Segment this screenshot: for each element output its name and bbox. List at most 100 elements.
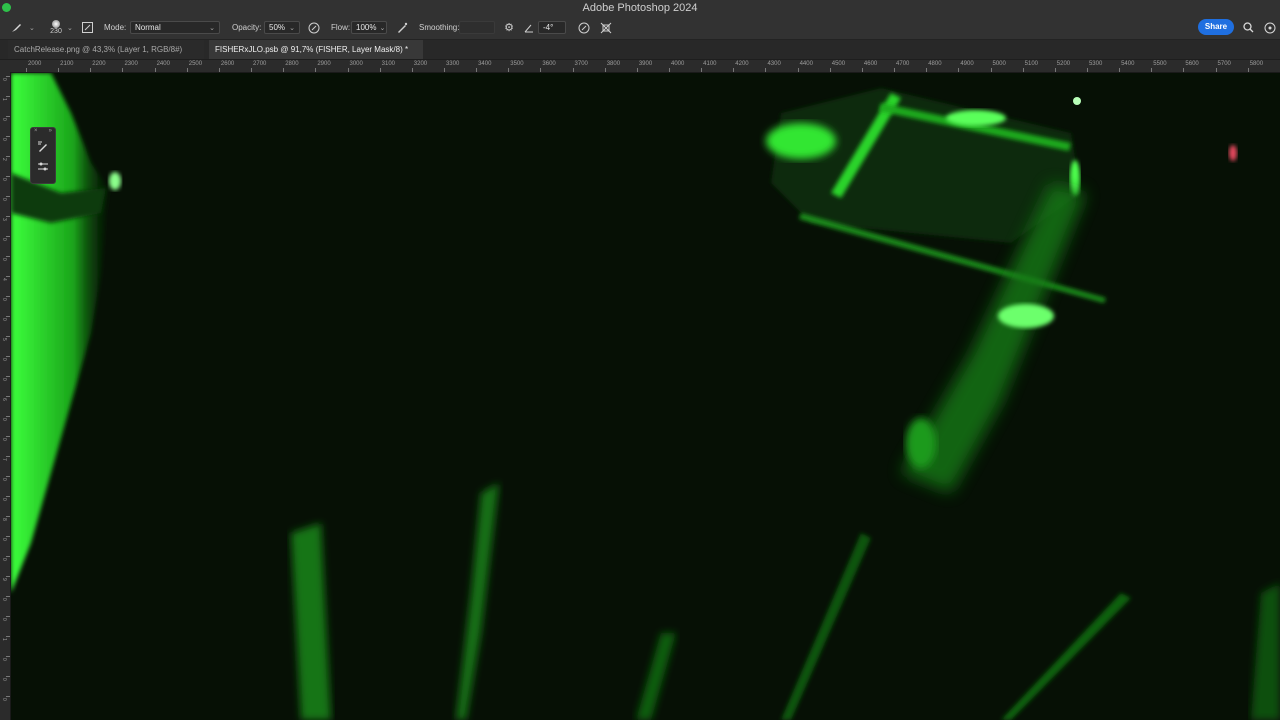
ruler-tick — [6, 296, 10, 297]
brush-settings-panel-icon[interactable] — [80, 16, 94, 39]
ruler-label: 2900 — [317, 61, 331, 67]
ruler-tick — [218, 68, 220, 72]
ruler-tick — [6, 656, 10, 657]
ruler-label: 5100 — [1024, 61, 1038, 67]
ruler-tick — [6, 436, 10, 437]
ruler-tick — [604, 68, 606, 72]
ruler-tick — [1183, 68, 1185, 72]
ruler-tick — [6, 456, 10, 457]
ruler-tick — [6, 316, 10, 317]
ruler-tick — [443, 68, 445, 72]
ruler-label: 0 — [1, 78, 7, 81]
ruler-label: 4 — [1, 278, 7, 281]
ruler-label: 7 — [1, 458, 7, 461]
ruler-tick — [6, 356, 10, 357]
ruler-label: 3300 — [445, 61, 460, 67]
brush-tool-icon[interactable] — [8, 16, 24, 39]
opacity-field[interactable]: 50% ⌄ — [264, 21, 300, 34]
ruler-label: 4700 — [896, 61, 910, 67]
smoothing-field[interactable] — [459, 21, 495, 34]
ruler-label: 2500 — [188, 61, 203, 67]
airbrush-icon[interactable] — [394, 16, 410, 39]
mode-chevron-icon: ⌄ — [209, 24, 215, 32]
ruler-label: 2700 — [253, 61, 267, 67]
ruler-label: 0 — [1, 558, 7, 561]
ruler-label: 4600 — [863, 61, 878, 67]
ruler-tick — [6, 156, 10, 157]
opacity-value: 50% — [269, 23, 286, 32]
ruler-label: 9 — [1, 578, 7, 581]
ruler-label: 0 — [1, 618, 7, 621]
pressure-opacity-icon[interactable] — [306, 16, 322, 39]
ruler-tick — [315, 68, 317, 72]
ruler-tick — [6, 376, 10, 377]
ruler-label: 5000 — [992, 61, 1006, 67]
ruler-label: 0 — [1, 118, 7, 121]
horizontal-ruler[interactable]: 2000 2100 2200 2300 2400 2500 2600 2700 2800 2900… — [10, 60, 1280, 73]
ruler-label: 5400 — [1121, 61, 1135, 67]
ruler-tick — [894, 68, 896, 72]
adjustments-sliders-icon[interactable] — [31, 157, 55, 177]
brush-size-value: 230 — [50, 28, 62, 35]
ruler-label: 0 — [1, 198, 7, 201]
brush-preset-chevron-icon[interactable]: ⌄ — [67, 24, 73, 32]
ruler-tick — [6, 136, 10, 137]
ruler-tick — [540, 68, 542, 72]
ruler-label: 4800 — [928, 61, 942, 67]
ruler-origin[interactable] — [0, 60, 10, 72]
flow-label: Flow: — [331, 23, 351, 32]
document-tabs: CatchRelease.png @ 43,3% (Layer 1, RGB/8… — [0, 40, 1280, 60]
ruler-label: 3000 — [349, 61, 363, 67]
mode-select[interactable]: Normal ⌄ — [130, 21, 220, 34]
ruler-label: 2200 — [92, 61, 106, 67]
share-button[interactable]: Share — [1198, 19, 1234, 35]
panel-collapse-icon[interactable]: » — [49, 128, 52, 137]
ruler-label: 6 — [1, 398, 7, 401]
ruler-label: 3400 — [478, 61, 492, 67]
flow-field[interactable]: 100% ⌄ — [351, 21, 387, 34]
window-traffic-light-icon[interactable] — [2, 3, 11, 12]
ruler-label: 4000 — [671, 61, 685, 67]
brush-angle-field[interactable]: -4° — [538, 21, 566, 34]
ruler-tick — [379, 68, 381, 72]
ruler-label: 5500 — [1153, 61, 1167, 67]
smoothing-gear-icon[interactable]: ⚙ — [502, 16, 516, 39]
ruler-label: 0 — [1, 598, 7, 601]
ruler-tick — [6, 396, 10, 397]
ruler-label: 1 — [1, 98, 7, 101]
brush-tip-icon — [52, 20, 60, 28]
ruler-tick — [6, 276, 10, 277]
ruler-tick — [669, 68, 670, 72]
flow-value: 100% — [356, 23, 377, 32]
ruler-tick — [1215, 68, 1217, 72]
ruler-tick — [6, 516, 10, 517]
ruler-tick — [6, 476, 10, 477]
ruler-tick — [636, 68, 638, 72]
pressure-size-icon[interactable] — [576, 16, 592, 39]
tab-catchrelease[interactable]: CatchRelease.png @ 43,3% (Layer 1, RGB/8… — [8, 40, 204, 59]
discover-icon[interactable] — [1262, 16, 1278, 39]
opacity-chevron-icon: ⌄ — [289, 24, 295, 32]
ruler-tick — [6, 696, 10, 697]
symmetry-icon[interactable] — [598, 16, 614, 39]
vertical-ruler[interactable]: 0 1 0 0 2 0 0 3 0 0 4 0 0 5 0 0 6 0 0 7 0 0 8 0 0 9 0 0 1 0 0 0 — [0, 72, 11, 720]
ruler-tick — [186, 68, 188, 72]
mode-value: Normal — [135, 23, 161, 32]
ruler-label: 0 — [1, 538, 7, 541]
floating-tool-panel[interactable]: × » — [30, 127, 56, 184]
ruler-label: 2100 — [60, 61, 74, 67]
ruler-tick — [6, 336, 10, 337]
panel-close-icon[interactable]: × — [34, 128, 38, 137]
ruler-label: 0 — [1, 418, 7, 421]
ruler-label: 4900 — [960, 61, 974, 67]
tool-preset-chevron-icon[interactable]: ⌄ — [29, 24, 35, 32]
ruler-tick — [6, 636, 10, 637]
ruler-tick — [797, 68, 799, 72]
search-icon[interactable] — [1240, 16, 1256, 39]
ruler-tick — [6, 256, 10, 257]
brush-preset-panel-icon[interactable] — [31, 137, 55, 157]
tab-fisherxjlo[interactable]: FISHERxJLO.psb @ 91,7% (FISHER, Layer Ma… — [209, 40, 423, 59]
ruler-tick — [6, 196, 10, 197]
document-canvas[interactable] — [11, 73, 1280, 720]
tab-label: FISHERxJLO.psb @ 91,7% (FISHER, Layer Ma… — [215, 45, 409, 54]
